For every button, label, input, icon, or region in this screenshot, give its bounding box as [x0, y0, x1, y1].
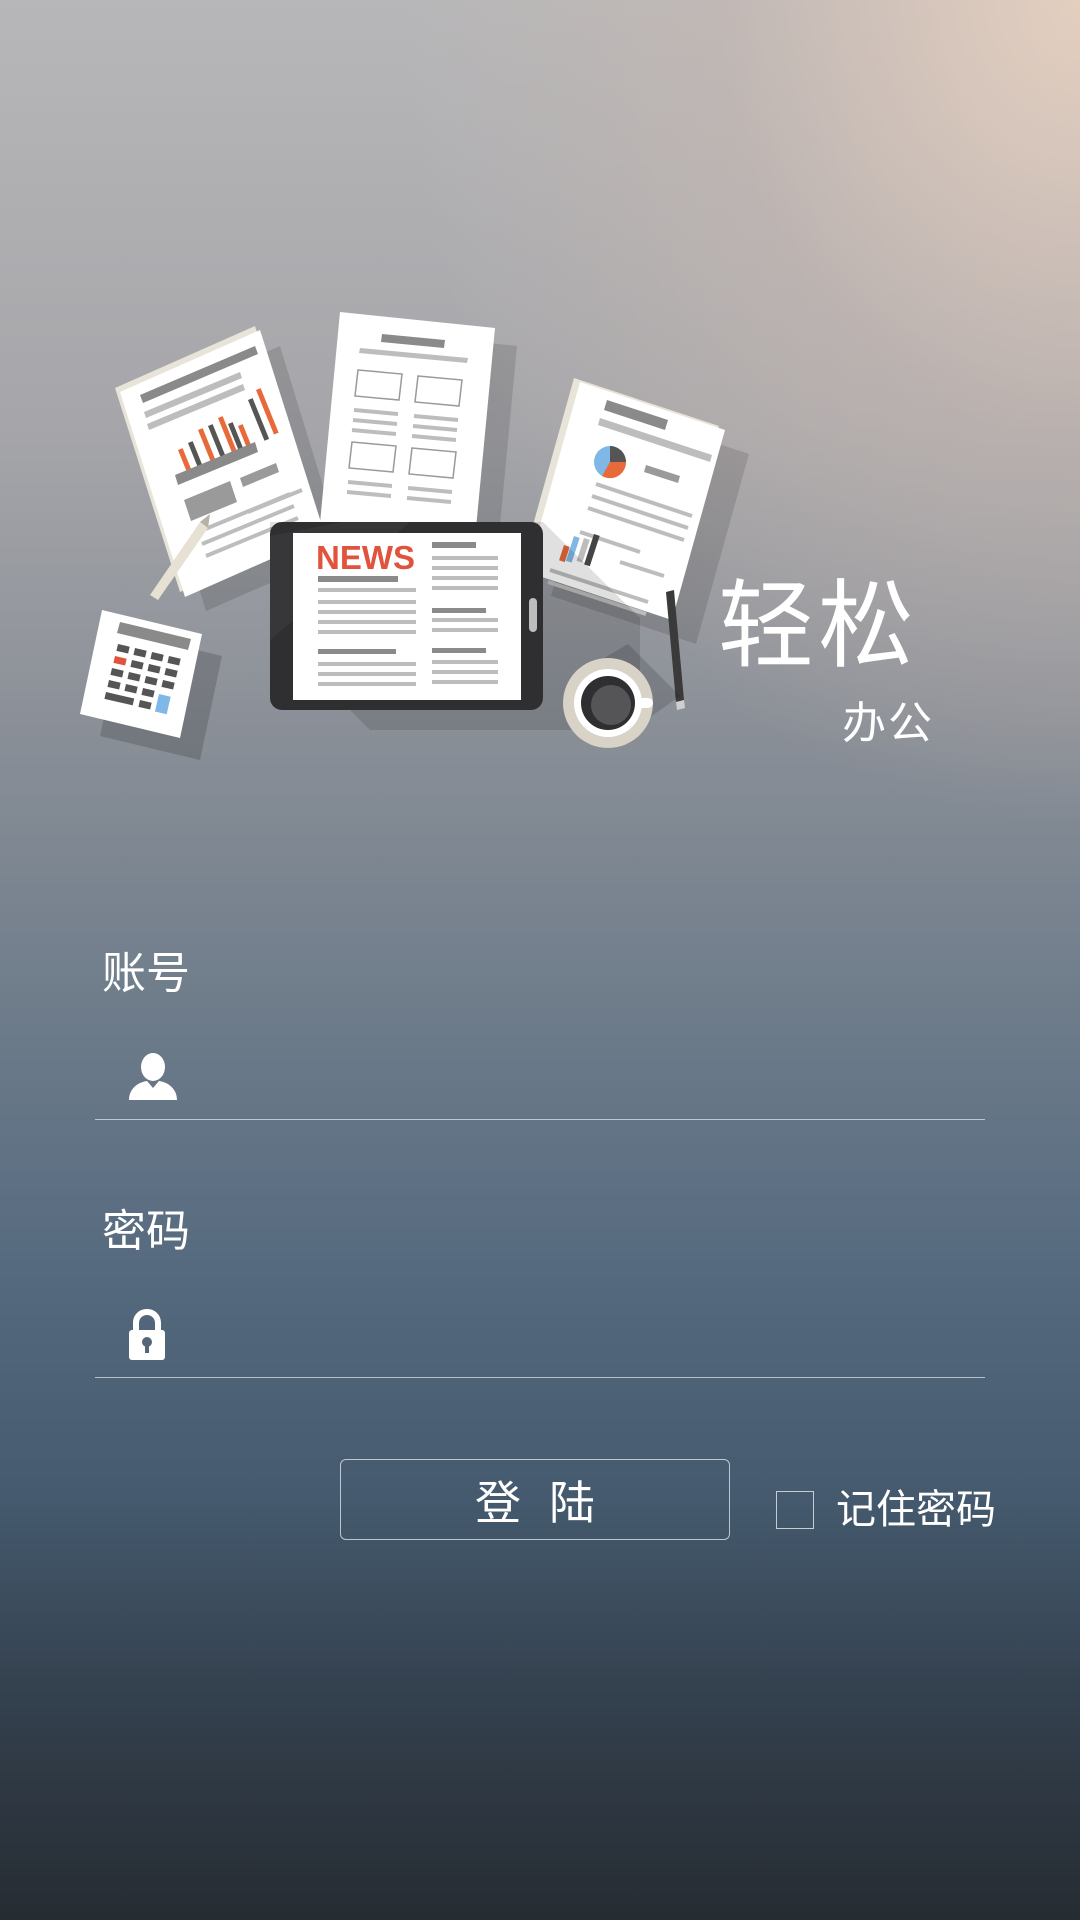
password-label: 密码 — [102, 1206, 190, 1257]
login-button[interactable]: 登陆 — [340, 1459, 730, 1540]
remember-checkbox[interactable] — [776, 1491, 814, 1529]
news-headline: NEWS — [316, 539, 415, 576]
brand-title: 轻松 — [718, 570, 918, 682]
account-label: 账号 — [102, 948, 190, 999]
account-input[interactable] — [215, 1040, 969, 1102]
account-field[interactable] — [95, 1010, 985, 1120]
password-field[interactable] — [95, 1268, 985, 1378]
user-icon — [125, 1048, 181, 1104]
remember-password[interactable]: 记住密码 — [776, 1490, 996, 1530]
brand-subtitle: 办公 — [842, 698, 934, 749]
remember-label: 记住密码 — [836, 1487, 996, 1533]
password-input[interactable] — [215, 1298, 969, 1360]
calculator-icon — [80, 610, 222, 760]
lock-icon — [125, 1306, 181, 1362]
